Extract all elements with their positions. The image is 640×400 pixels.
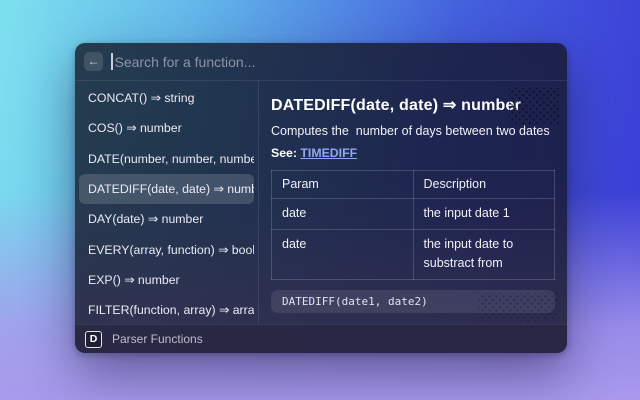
params-table-body: datethe input date 1datethe input date t… bbox=[272, 199, 555, 279]
table-cell: date bbox=[272, 229, 414, 279]
see-also-line: See: TIMEDIFF bbox=[271, 146, 555, 160]
function-search-window: ← CONCAT() ⇒ stringCOS() ⇒ numberDATE(nu… bbox=[75, 43, 567, 353]
function-list-item[interactable]: DAY(date) ⇒ number bbox=[79, 204, 254, 234]
search-bar: ← bbox=[75, 43, 567, 81]
table-row: datethe input date 1 bbox=[272, 199, 555, 229]
back-arrow-icon: ← bbox=[88, 52, 100, 71]
function-list-item[interactable]: EVERY(array, function) ⇒ boolean bbox=[79, 234, 254, 264]
params-table: Param Description datethe input date 1da… bbox=[271, 170, 555, 280]
search-input[interactable] bbox=[113, 54, 559, 70]
function-detail-panel: DATEDIFF(date, date) ⇒ number Computes t… bbox=[259, 81, 567, 324]
back-button[interactable]: ← bbox=[84, 52, 103, 71]
function-list-item[interactable]: COS() ⇒ number bbox=[79, 113, 254, 143]
function-title: DATEDIFF(date, date) ⇒ number bbox=[271, 95, 555, 115]
table-row: datethe input date to substract from bbox=[272, 229, 555, 279]
description-column-header: Description bbox=[413, 171, 555, 199]
function-description: Computes the number of days between two … bbox=[271, 124, 555, 138]
function-list: CONCAT() ⇒ stringCOS() ⇒ numberDATE(numb… bbox=[75, 81, 259, 324]
function-list-item[interactable]: DATEDIFF(date, date) ⇒ number bbox=[79, 174, 254, 204]
function-list-item[interactable]: EXP() ⇒ number bbox=[79, 265, 254, 295]
table-header-row: Param Description bbox=[272, 171, 555, 199]
see-label: See: bbox=[271, 146, 297, 160]
timediff-link[interactable]: TIMEDIFF bbox=[300, 146, 357, 160]
function-list-item[interactable]: FILTER(function, array) ⇒ array bbox=[79, 295, 254, 325]
footer-label: Parser Functions bbox=[112, 332, 203, 346]
window-content: CONCAT() ⇒ stringCOS() ⇒ numberDATE(numb… bbox=[75, 81, 567, 324]
function-list-item[interactable]: DATE(number, number, number)... bbox=[79, 144, 254, 174]
table-cell: the input date to substract from bbox=[413, 229, 555, 279]
param-column-header: Param bbox=[272, 171, 414, 199]
status-bar: D Parser Functions bbox=[75, 324, 567, 353]
table-cell: the input date 1 bbox=[413, 199, 555, 229]
function-list-item[interactable]: CONCAT() ⇒ string bbox=[79, 83, 254, 113]
table-cell: date bbox=[272, 199, 414, 229]
code-snippet: DATEDIFF(date1, date2) bbox=[271, 290, 555, 313]
app-logo: D bbox=[85, 331, 102, 348]
